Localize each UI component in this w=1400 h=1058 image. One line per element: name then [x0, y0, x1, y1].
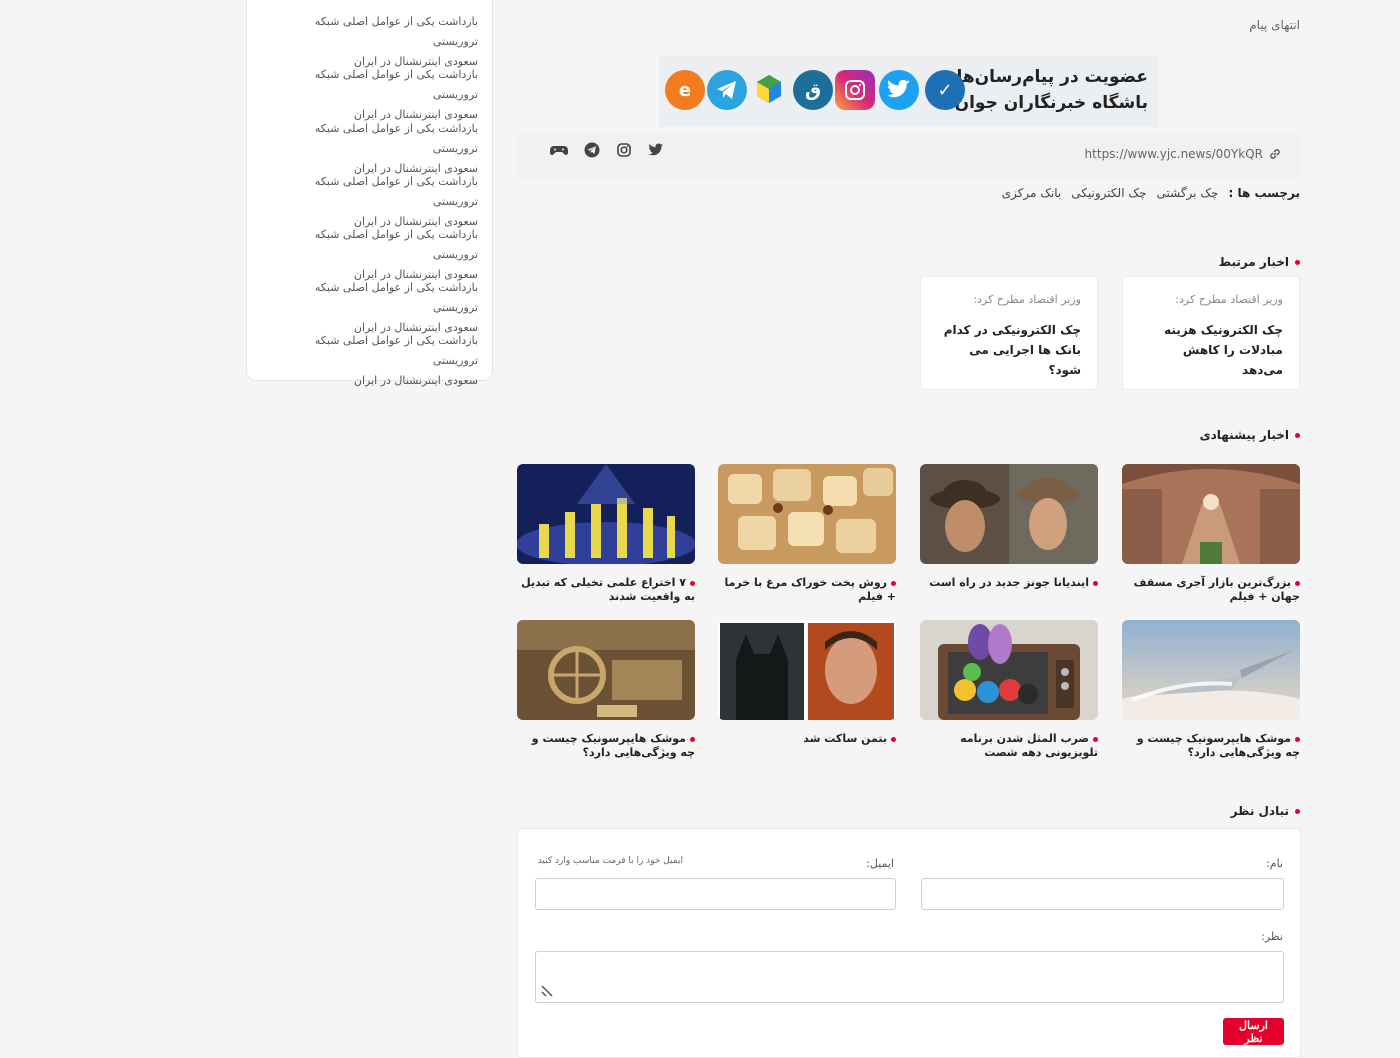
eitaa-icon: ق [793, 70, 833, 110]
comment-label: نظر: [1261, 930, 1283, 943]
news-thumbnail-ancient-invention[interactable] [517, 620, 695, 720]
tag-link[interactable]: بانک مرکزی [1002, 186, 1062, 200]
messenger-banner[interactable]: عضویت در پیام‌رسان‌های باشگاه خبرنگاران … [659, 56, 1158, 127]
banner-text: عضویت در پیام‌رسان‌های باشگاه خبرنگاران … [940, 67, 1148, 113]
related-news-card[interactable]: وزیر اقتصاد مطرح کرد: چک الکترونیک هزینه… [1122, 276, 1300, 390]
eitaa-e-icon: e [665, 70, 705, 110]
news-caption[interactable]: ضرب المثل شدن برنامه تلویزیونی دهه شصت [920, 732, 1098, 760]
bullet-dot [1093, 736, 1098, 742]
share-bar: https://www.yjc.news/00YkQR [517, 133, 1301, 179]
gamepad-share-icon[interactable] [549, 142, 569, 158]
twitter-icon [879, 70, 919, 110]
tag-link[interactable]: چک الکترونیکی [1071, 186, 1146, 200]
bullet-dot [891, 580, 896, 586]
related-news-title: اخبار مرتبط [1219, 255, 1300, 269]
sidebar-item[interactable]: بازداشت یکی از عوامل اصلی شبکه تروریستی س… [278, 119, 478, 179]
news-thumbnail-bazaar[interactable] [1122, 464, 1300, 564]
link-icon [1270, 149, 1280, 159]
tags-row: برچسب ها : چک برگشتی چک الکترونیکی بانک … [1002, 186, 1300, 200]
news-caption[interactable]: ۷ اختراع علمی تخیلی که تبدیل به واقعیت ش… [517, 576, 695, 604]
short-link[interactable]: https://www.yjc.news/00YkQR [1085, 147, 1281, 161]
bullet-dot [1295, 432, 1300, 438]
bullet-dot [891, 736, 896, 742]
news-thumbnail-indiana-jones[interactable] [920, 464, 1098, 564]
sidebar-item[interactable]: بازداشت یکی از عوامل اصلی شبکه تروریستی س… [278, 331, 478, 391]
related-news-card[interactable]: وزیر اقتصاد مطرح کرد: چک الکترونیکی در ک… [920, 276, 1098, 390]
name-input[interactable] [921, 878, 1284, 910]
resize-handle-icon[interactable] [538, 978, 560, 1000]
email-input[interactable] [535, 878, 896, 910]
news-thumbnail-hypersonic-missile[interactable] [1122, 620, 1300, 720]
news-thumbnail-tv-show[interactable] [920, 620, 1098, 720]
sidebar-item[interactable]: بازداشت یکی از عوامل اصلی شبکه تروریستی س… [278, 278, 478, 338]
news-caption[interactable]: بتمن ساکت شد [718, 732, 896, 746]
sidebar-news-list: بازداشت یکی از عوامل اصلی شبکه تروریستی س… [246, 0, 493, 387]
email-label: ایمیل: [866, 857, 894, 870]
sidebar-item[interactable]: بازداشت یکی از عوامل اصلی شبکه تروریستی س… [278, 65, 478, 125]
bullet-dot [1295, 259, 1300, 265]
sidebar-item[interactable]: بازداشت یکی از عوامل اصلی شبکه تروریستی س… [278, 225, 478, 285]
sidebar-item[interactable]: بازداشت یکی از عوامل اصلی شبکه تروریستی س… [278, 172, 478, 232]
bullet-dot [690, 580, 695, 586]
news-caption[interactable]: موشک هایپرسونیک چیست و چه ویژگی‌هایی دار… [517, 732, 695, 760]
submit-comment-button[interactable]: ارسال نظر [1223, 1018, 1284, 1045]
bullet-dot [1093, 580, 1098, 586]
twitter-share-icon[interactable] [648, 142, 664, 158]
news-thumbnail-sci-fi-inventions[interactable] [517, 464, 695, 564]
name-label: نام: [1266, 857, 1283, 870]
rubika-icon [749, 70, 789, 110]
news-caption[interactable]: ایندیانا جونز جدید در راه است [920, 576, 1098, 590]
news-thumbnail-batman[interactable] [718, 620, 896, 720]
news-caption[interactable]: بزرگ‌ترین بازار آجری مسقف جهان + فیلم [1122, 576, 1300, 604]
soroush-icon: ✓ [925, 70, 965, 110]
news-caption[interactable]: روش پخت خوراک مرغ با خرما + فیلم [718, 576, 896, 604]
instagram-icon [835, 70, 875, 110]
bullet-dot [1295, 736, 1300, 742]
tag-link[interactable]: چک برگشتی [1157, 186, 1219, 200]
suggested-news-title: اخبار پیشنهادی [1200, 428, 1300, 442]
tags-label: برچسب ها : [1228, 186, 1300, 200]
sidebar-item[interactable]: بازداشت یکی از عوامل اصلی شبکه تروریستی س… [278, 12, 478, 72]
telegram-share-icon[interactable] [584, 142, 600, 158]
comments-title: تبادل نظر [1231, 804, 1300, 818]
bullet-dot [1295, 580, 1300, 586]
bullet-dot [690, 736, 695, 742]
news-caption[interactable]: موشک هایپرسونیک چیست و چه ویژگی‌هایی دار… [1122, 732, 1300, 760]
telegram-icon [707, 70, 747, 110]
comment-textarea[interactable] [535, 951, 1284, 1003]
bullet-dot [1295, 808, 1300, 814]
instagram-share-icon[interactable] [616, 142, 632, 158]
comment-form: نام: ایمیل: ایمیل خود را با فرمت مناسب و… [517, 828, 1301, 1058]
end-of-message: انتهای پیام [1249, 18, 1300, 32]
news-thumbnail-chicken-dish[interactable] [718, 464, 896, 564]
email-hint: ایمیل خود را با فرمت مناسب وارد کنید [537, 856, 683, 866]
